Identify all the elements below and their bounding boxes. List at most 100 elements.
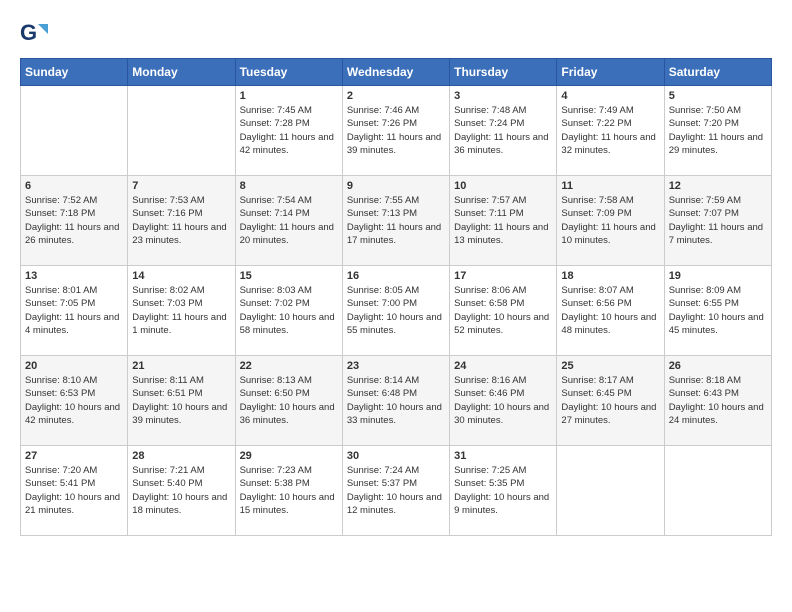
day-number: 26	[669, 360, 767, 372]
day-number: 13	[25, 270, 123, 282]
calendar-day-cell: 7 Sunrise: 7:53 AMSunset: 7:16 PMDayligh…	[128, 176, 235, 266]
calendar-day-cell	[557, 446, 664, 536]
day-info: Sunrise: 7:54 AMSunset: 7:14 PMDaylight:…	[240, 194, 338, 247]
calendar-week-row: 6 Sunrise: 7:52 AMSunset: 7:18 PMDayligh…	[21, 176, 772, 266]
day-info: Sunrise: 8:14 AMSunset: 6:48 PMDaylight:…	[347, 374, 445, 427]
day-info: Sunrise: 8:11 AMSunset: 6:51 PMDaylight:…	[132, 374, 230, 427]
logo-icon: G	[20, 20, 48, 48]
day-number: 3	[454, 90, 552, 102]
day-info: Sunrise: 8:10 AMSunset: 6:53 PMDaylight:…	[25, 374, 123, 427]
day-number: 24	[454, 360, 552, 372]
day-number: 16	[347, 270, 445, 282]
day-number: 25	[561, 360, 659, 372]
day-info: Sunrise: 7:53 AMSunset: 7:16 PMDaylight:…	[132, 194, 230, 247]
day-info: Sunrise: 8:09 AMSunset: 6:55 PMDaylight:…	[669, 284, 767, 337]
day-number: 4	[561, 90, 659, 102]
day-info: Sunrise: 8:18 AMSunset: 6:43 PMDaylight:…	[669, 374, 767, 427]
day-number: 28	[132, 450, 230, 462]
day-info: Sunrise: 7:58 AMSunset: 7:09 PMDaylight:…	[561, 194, 659, 247]
day-header-wednesday: Wednesday	[342, 59, 449, 86]
calendar-day-cell	[128, 86, 235, 176]
day-number: 23	[347, 360, 445, 372]
calendar-day-cell: 19 Sunrise: 8:09 AMSunset: 6:55 PMDaylig…	[664, 266, 771, 356]
day-number: 18	[561, 270, 659, 282]
day-number: 9	[347, 180, 445, 192]
day-number: 29	[240, 450, 338, 462]
calendar-day-cell: 17 Sunrise: 8:06 AMSunset: 6:58 PMDaylig…	[450, 266, 557, 356]
day-number: 7	[132, 180, 230, 192]
calendar-day-cell: 8 Sunrise: 7:54 AMSunset: 7:14 PMDayligh…	[235, 176, 342, 266]
calendar-day-cell: 30 Sunrise: 7:24 AMSunset: 5:37 PMDaylig…	[342, 446, 449, 536]
svg-text:G: G	[20, 20, 37, 45]
calendar-day-cell: 25 Sunrise: 8:17 AMSunset: 6:45 PMDaylig…	[557, 356, 664, 446]
calendar-day-cell: 14 Sunrise: 8:02 AMSunset: 7:03 PMDaylig…	[128, 266, 235, 356]
calendar-table: SundayMondayTuesdayWednesdayThursdayFrid…	[20, 58, 772, 536]
day-info: Sunrise: 7:46 AMSunset: 7:26 PMDaylight:…	[347, 104, 445, 157]
calendar-header-row: SundayMondayTuesdayWednesdayThursdayFrid…	[21, 59, 772, 86]
calendar-day-cell: 27 Sunrise: 7:20 AMSunset: 5:41 PMDaylig…	[21, 446, 128, 536]
day-number: 12	[669, 180, 767, 192]
day-info: Sunrise: 7:21 AMSunset: 5:40 PMDaylight:…	[132, 464, 230, 517]
day-info: Sunrise: 8:01 AMSunset: 7:05 PMDaylight:…	[25, 284, 123, 337]
calendar-day-cell: 12 Sunrise: 7:59 AMSunset: 7:07 PMDaylig…	[664, 176, 771, 266]
day-header-tuesday: Tuesday	[235, 59, 342, 86]
day-info: Sunrise: 7:48 AMSunset: 7:24 PMDaylight:…	[454, 104, 552, 157]
day-number: 1	[240, 90, 338, 102]
day-info: Sunrise: 7:45 AMSunset: 7:28 PMDaylight:…	[240, 104, 338, 157]
calendar-day-cell: 28 Sunrise: 7:21 AMSunset: 5:40 PMDaylig…	[128, 446, 235, 536]
logo: G	[20, 20, 52, 48]
calendar-week-row: 27 Sunrise: 7:20 AMSunset: 5:41 PMDaylig…	[21, 446, 772, 536]
day-info: Sunrise: 7:25 AMSunset: 5:35 PMDaylight:…	[454, 464, 552, 517]
day-number: 14	[132, 270, 230, 282]
page-header: G	[20, 20, 772, 48]
calendar-day-cell: 15 Sunrise: 8:03 AMSunset: 7:02 PMDaylig…	[235, 266, 342, 356]
day-number: 20	[25, 360, 123, 372]
day-info: Sunrise: 7:20 AMSunset: 5:41 PMDaylight:…	[25, 464, 123, 517]
day-info: Sunrise: 7:49 AMSunset: 7:22 PMDaylight:…	[561, 104, 659, 157]
calendar-day-cell: 16 Sunrise: 8:05 AMSunset: 7:00 PMDaylig…	[342, 266, 449, 356]
calendar-day-cell: 29 Sunrise: 7:23 AMSunset: 5:38 PMDaylig…	[235, 446, 342, 536]
day-info: Sunrise: 8:05 AMSunset: 7:00 PMDaylight:…	[347, 284, 445, 337]
calendar-day-cell: 24 Sunrise: 8:16 AMSunset: 6:46 PMDaylig…	[450, 356, 557, 446]
day-info: Sunrise: 8:03 AMSunset: 7:02 PMDaylight:…	[240, 284, 338, 337]
calendar-day-cell	[21, 86, 128, 176]
day-info: Sunrise: 7:50 AMSunset: 7:20 PMDaylight:…	[669, 104, 767, 157]
day-info: Sunrise: 8:17 AMSunset: 6:45 PMDaylight:…	[561, 374, 659, 427]
day-number: 19	[669, 270, 767, 282]
day-info: Sunrise: 7:23 AMSunset: 5:38 PMDaylight:…	[240, 464, 338, 517]
day-info: Sunrise: 8:02 AMSunset: 7:03 PMDaylight:…	[132, 284, 230, 337]
day-header-monday: Monday	[128, 59, 235, 86]
day-info: Sunrise: 7:57 AMSunset: 7:11 PMDaylight:…	[454, 194, 552, 247]
day-info: Sunrise: 7:52 AMSunset: 7:18 PMDaylight:…	[25, 194, 123, 247]
calendar-day-cell: 11 Sunrise: 7:58 AMSunset: 7:09 PMDaylig…	[557, 176, 664, 266]
calendar-day-cell: 5 Sunrise: 7:50 AMSunset: 7:20 PMDayligh…	[664, 86, 771, 176]
calendar-day-cell: 13 Sunrise: 8:01 AMSunset: 7:05 PMDaylig…	[21, 266, 128, 356]
day-number: 2	[347, 90, 445, 102]
calendar-week-row: 1 Sunrise: 7:45 AMSunset: 7:28 PMDayligh…	[21, 86, 772, 176]
day-info: Sunrise: 8:16 AMSunset: 6:46 PMDaylight:…	[454, 374, 552, 427]
calendar-week-row: 13 Sunrise: 8:01 AMSunset: 7:05 PMDaylig…	[21, 266, 772, 356]
calendar-day-cell: 23 Sunrise: 8:14 AMSunset: 6:48 PMDaylig…	[342, 356, 449, 446]
calendar-day-cell: 6 Sunrise: 7:52 AMSunset: 7:18 PMDayligh…	[21, 176, 128, 266]
day-number: 15	[240, 270, 338, 282]
day-info: Sunrise: 8:13 AMSunset: 6:50 PMDaylight:…	[240, 374, 338, 427]
calendar-day-cell: 20 Sunrise: 8:10 AMSunset: 6:53 PMDaylig…	[21, 356, 128, 446]
calendar-day-cell: 21 Sunrise: 8:11 AMSunset: 6:51 PMDaylig…	[128, 356, 235, 446]
day-number: 22	[240, 360, 338, 372]
day-info: Sunrise: 8:07 AMSunset: 6:56 PMDaylight:…	[561, 284, 659, 337]
day-number: 8	[240, 180, 338, 192]
calendar-day-cell: 18 Sunrise: 8:07 AMSunset: 6:56 PMDaylig…	[557, 266, 664, 356]
calendar-day-cell: 1 Sunrise: 7:45 AMSunset: 7:28 PMDayligh…	[235, 86, 342, 176]
day-info: Sunrise: 8:06 AMSunset: 6:58 PMDaylight:…	[454, 284, 552, 337]
calendar-day-cell: 4 Sunrise: 7:49 AMSunset: 7:22 PMDayligh…	[557, 86, 664, 176]
day-number: 27	[25, 450, 123, 462]
day-header-thursday: Thursday	[450, 59, 557, 86]
day-number: 5	[669, 90, 767, 102]
day-info: Sunrise: 7:59 AMSunset: 7:07 PMDaylight:…	[669, 194, 767, 247]
day-number: 11	[561, 180, 659, 192]
calendar-day-cell: 9 Sunrise: 7:55 AMSunset: 7:13 PMDayligh…	[342, 176, 449, 266]
day-number: 31	[454, 450, 552, 462]
day-number: 6	[25, 180, 123, 192]
calendar-day-cell	[664, 446, 771, 536]
day-header-friday: Friday	[557, 59, 664, 86]
